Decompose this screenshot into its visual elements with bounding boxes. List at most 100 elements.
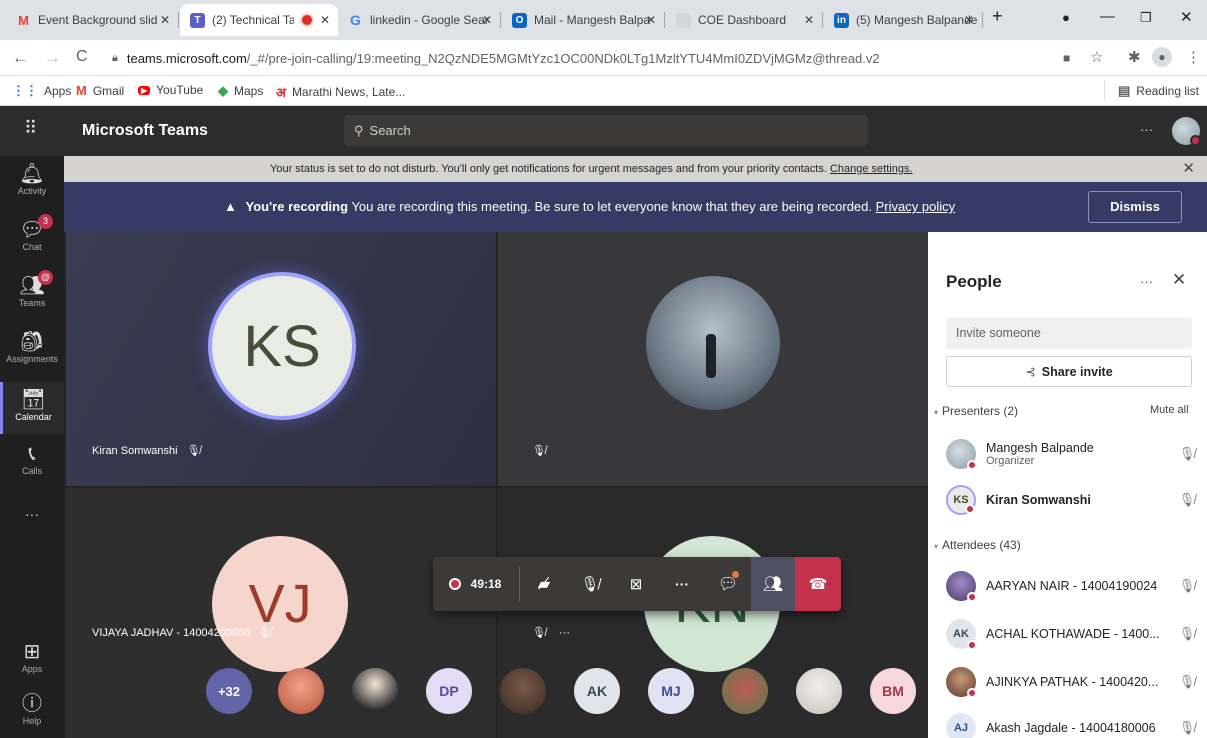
avatar	[946, 439, 977, 470]
mic-muted-icon: 🎙︎̸	[257, 627, 272, 639]
tab-separator	[178, 12, 179, 28]
tab-close-icon[interactable]: ✕	[964, 13, 974, 27]
dnd-status-icon	[965, 504, 975, 514]
bookmark-apps[interactable]: ⋮⋮ Apps	[12, 83, 71, 99]
app-launcher-icon[interactable]: ⠿	[24, 118, 37, 139]
attendee-row[interactable]: AK ACHAL KOTHAWADE - 1400... 🎙︎̸	[946, 614, 1196, 654]
strip-avatar-dp[interactable]: DP	[426, 668, 472, 714]
forward-icon[interactable]: →	[44, 48, 61, 68]
close-people-panel-icon[interactable]: ✕	[1172, 270, 1186, 290]
bookmark-gmail[interactable]: M Gmail	[76, 83, 124, 98]
camera-off-button[interactable]: ▰̸	[521, 557, 567, 611]
attendees-header[interactable]: ▾ Attendees (43)	[934, 538, 1021, 552]
back-icon[interactable]: ←	[12, 48, 29, 68]
tab-coe-dashboard[interactable]: COE Dashboard ✕	[666, 4, 822, 36]
user-avatar[interactable]	[1172, 117, 1201, 146]
rail-help[interactable]: ⓘ Help	[0, 692, 64, 726]
dismiss-button[interactable]: Dismiss	[1088, 191, 1182, 223]
invite-someone-input[interactable]: Invite someone	[946, 318, 1192, 349]
tab-separator	[822, 12, 823, 28]
profile-icon[interactable]: ●	[1152, 47, 1172, 67]
share-tray-button[interactable]: ⊠	[613, 557, 659, 611]
presenter-row-mangesh[interactable]: Mangesh Balpande Organizer 🎙︎̸	[946, 434, 1196, 474]
rail-chat[interactable]: 💬︎ Chat 3	[0, 214, 64, 252]
reading-list-icon: ▤	[1118, 83, 1131, 98]
rail-calls[interactable]: 📞︎ Calls	[0, 442, 64, 476]
tab-mail[interactable]: O Mail - Mangesh Balpa ✕	[502, 4, 664, 36]
tab-close-icon[interactable]: ✕	[646, 13, 656, 27]
more-actions-button[interactable]: ···	[659, 557, 705, 611]
chat-unread-dot	[732, 571, 739, 578]
attendee-row[interactable]: AARYAN NAIR - 14004190024 🎙︎̸	[946, 566, 1196, 606]
rail-activity[interactable]: 🔔︎ Activity	[0, 162, 64, 196]
tab-separator	[982, 12, 983, 28]
minimize-button[interactable]: —	[1100, 8, 1115, 25]
tab-linkedin[interactable]: in (5) Mangesh Balpande ✕	[824, 4, 982, 36]
participant-tile-kiran[interactable]: KS Kiran Somwanshi 🎙︎̸	[66, 232, 496, 486]
teams-top-bar: ⠿ Microsoft Teams ⚲ Search ···	[0, 106, 1207, 156]
teams-icon: T	[190, 12, 205, 28]
tab-linkedin-google-search[interactable]: G linkedin - Google Sear ✕	[338, 4, 500, 36]
strip-avatar-photo[interactable]	[352, 668, 398, 714]
reading-list-button[interactable]: ▤ Reading list	[1118, 83, 1199, 99]
bookmark-marathi-news[interactable]: अ Marathi News, Late...	[276, 83, 405, 101]
tab-technical-talk[interactable]: T (2) Technical Talk c ✕	[180, 4, 338, 36]
presenter-row-kiran[interactable]: KS Kiran Somwanshi 🎙︎̸	[946, 480, 1196, 520]
search-box[interactable]: ⚲ Search	[344, 115, 868, 146]
reload-icon[interactable]: C	[76, 48, 88, 66]
tab-event-background[interactable]: M Event Background slid ✕	[6, 4, 178, 36]
people-button[interactable]: 👥︎	[751, 557, 795, 611]
strip-avatar-mj[interactable]: MJ	[648, 668, 694, 714]
bookmark-maps[interactable]: ◆ Maps	[218, 83, 263, 99]
strip-avatar-photo[interactable]	[796, 668, 842, 714]
tab-close-icon[interactable]: ✕	[160, 13, 170, 27]
camera-icon[interactable]: ■	[1063, 51, 1070, 65]
rail-calendar[interactable]: 📅︎ Calendar	[0, 382, 64, 434]
strip-avatar-photo[interactable]	[722, 668, 768, 714]
strip-avatar-photo[interactable]	[278, 668, 324, 714]
rail-more[interactable]: ···	[0, 506, 64, 522]
attendee-row[interactable]: AJ Akash Jagdale - 14004180006 🎙︎̸	[946, 708, 1196, 738]
participant-avatar-vj: VJ	[212, 536, 348, 672]
participant-name: Kiran Somwanshi	[986, 493, 1091, 507]
extensions-icon[interactable]: ✱	[1128, 48, 1141, 66]
people-icon: 👥︎	[762, 576, 784, 593]
privacy-policy-link[interactable]: Privacy policy	[876, 199, 955, 214]
hang-up-button[interactable]: ☎︎	[795, 557, 841, 611]
mute-button[interactable]: 🎙︎̸	[567, 557, 613, 611]
new-tab-button[interactable]: +	[992, 6, 1003, 27]
strip-avatar-photo[interactable]	[500, 668, 546, 714]
profile-dot-icon[interactable]: ●	[1062, 10, 1070, 25]
url-field[interactable]: 🔒︎ teams.microsoft.com/_#/pre-join-calli…	[102, 44, 1042, 72]
controls-divider	[519, 567, 520, 601]
chat-button[interactable]: 💬︎	[705, 557, 751, 611]
google-icon: G	[350, 12, 361, 28]
bookmark-star-icon[interactable]: ☆	[1090, 48, 1103, 66]
close-notice-icon[interactable]: ✕	[1182, 159, 1195, 177]
participant-tile-photo[interactable]: 🎙︎̸	[498, 232, 928, 486]
tab-close-icon[interactable]: ✕	[804, 13, 814, 27]
attendee-row[interactable]: AJINKYA PATHAK - 1400420... 🎙︎̸	[946, 662, 1196, 702]
bookmark-youtube[interactable]: ▶ YouTube	[138, 83, 203, 97]
rail-apps[interactable]: ⊞ Apps	[0, 640, 64, 674]
rail-assignments[interactable]: 🎒︎ Assignments	[0, 330, 64, 364]
strip-avatar-ak[interactable]: AK	[574, 668, 620, 714]
rail-teams[interactable]: 👥︎ Teams @	[0, 270, 64, 308]
close-window-button[interactable]: ✕	[1180, 8, 1193, 26]
share-invite-button[interactable]: ⊰ Share invite	[946, 356, 1192, 387]
youtube-icon: ▶	[138, 85, 151, 95]
strip-avatar-bm[interactable]: BM	[870, 668, 916, 714]
change-settings-link[interactable]: Change settings.	[830, 163, 913, 175]
mute-all-button[interactable]: Mute all	[1150, 404, 1189, 416]
tab-close-icon[interactable]: ✕	[320, 13, 330, 27]
tab-close-icon[interactable]: ✕	[482, 13, 492, 27]
menu-kebab-icon[interactable]: ⋮	[1186, 48, 1201, 66]
dnd-notice-text: Your status is set to do not disturb. Yo…	[270, 163, 827, 175]
maximize-button[interactable]: ❐	[1140, 10, 1152, 26]
more-options-icon[interactable]: ···	[1140, 122, 1153, 137]
outlook-icon: O	[512, 12, 527, 28]
tile-more-icon[interactable]: ···	[559, 627, 570, 639]
overflow-count[interactable]: +32	[206, 668, 252, 714]
people-more-icon[interactable]: ···	[1140, 274, 1153, 289]
presenters-header[interactable]: ▾ Presenters (2)	[934, 404, 1018, 418]
